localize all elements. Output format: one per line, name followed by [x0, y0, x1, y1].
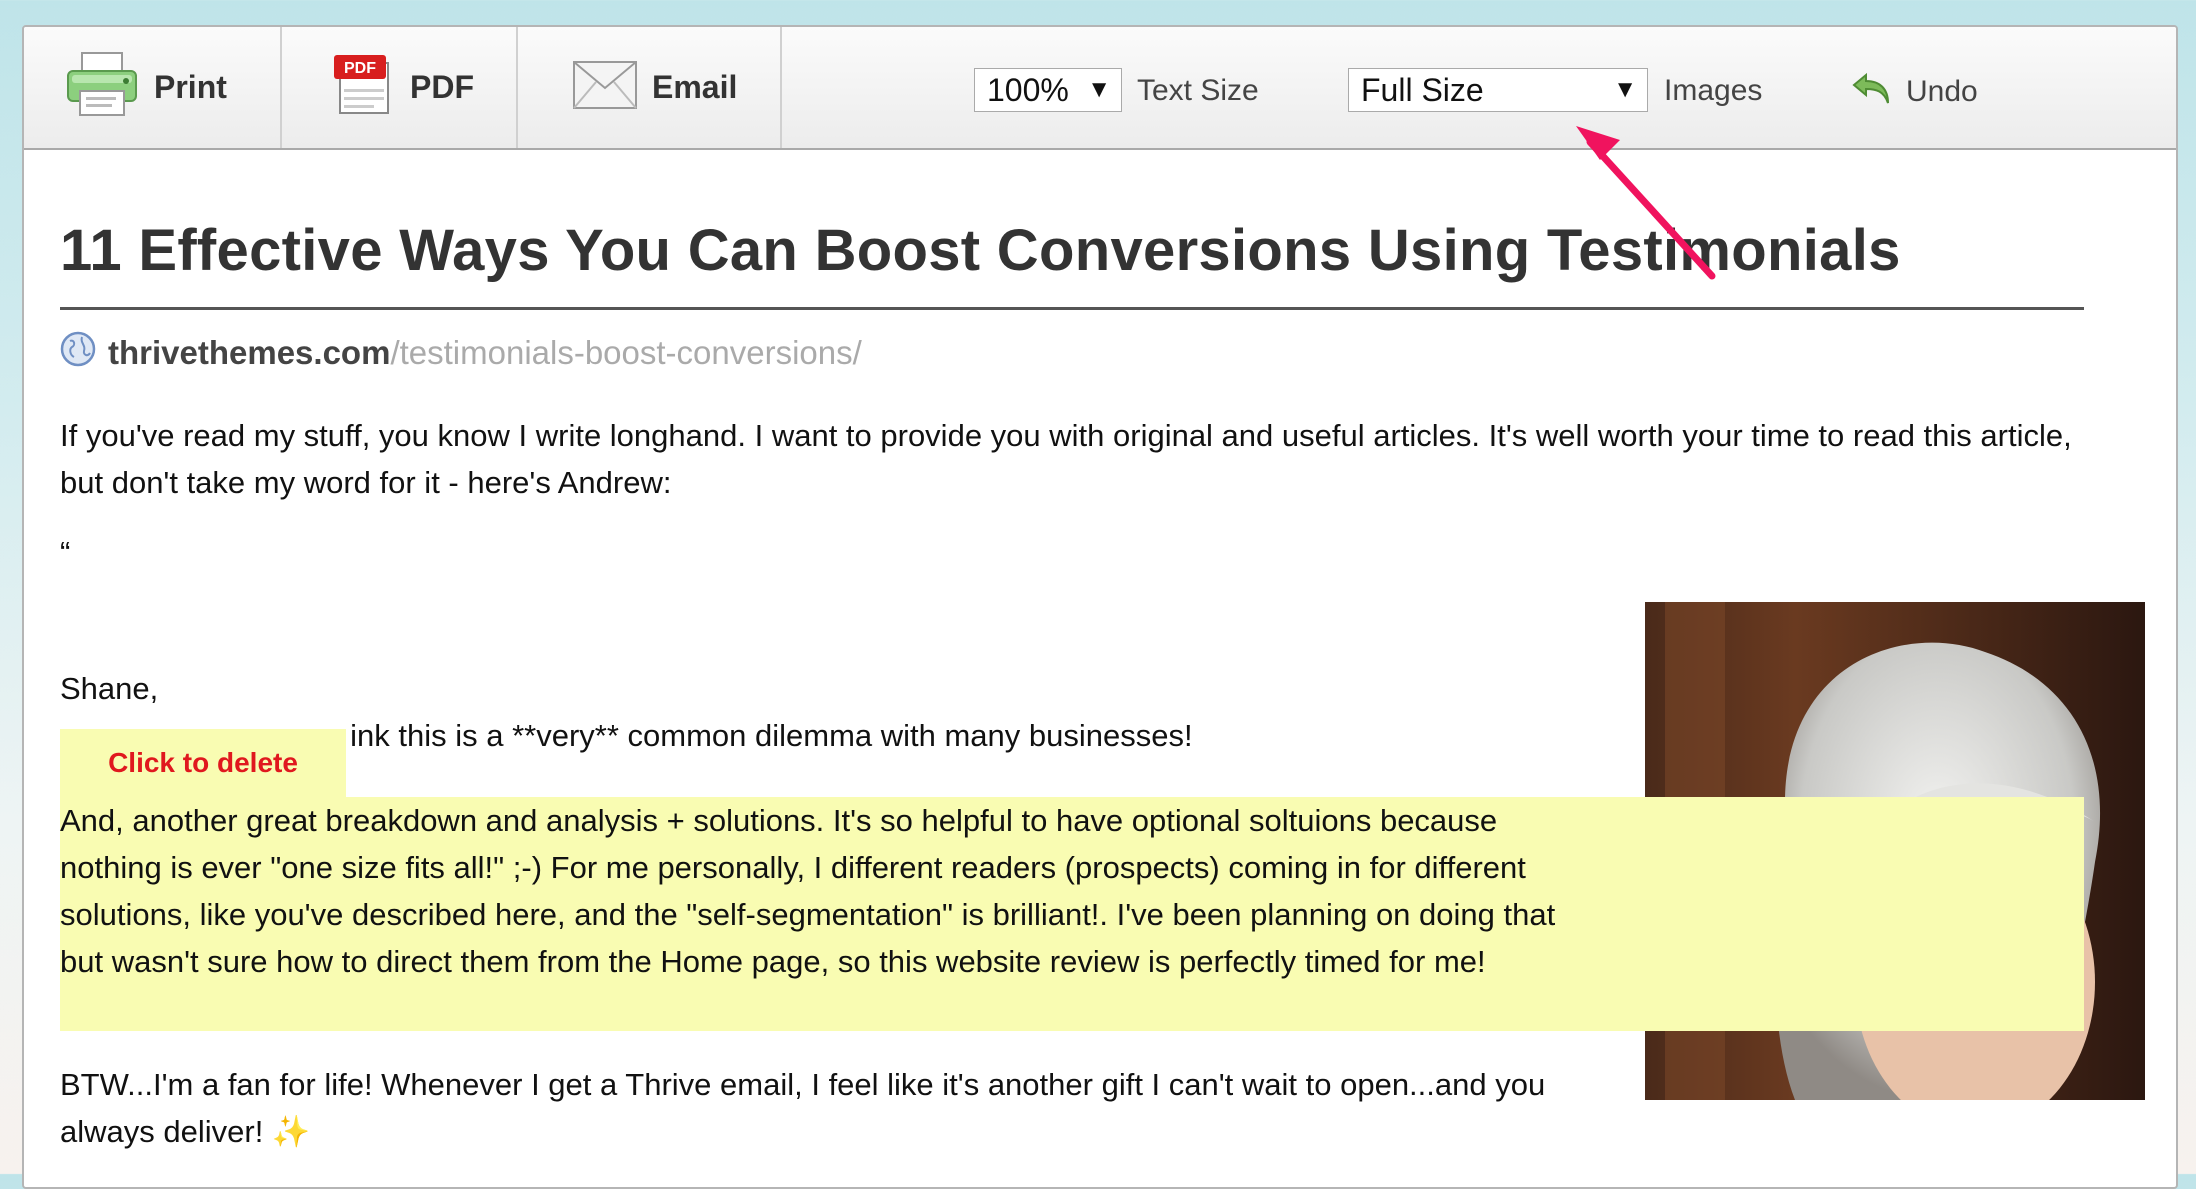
salutation: Shane, [60, 671, 159, 706]
pdf-icon: PDF [332, 53, 396, 122]
highlighted-block[interactable]: And, another great breakdown and analysi… [60, 797, 2084, 1031]
text-size-label: Text Size [1137, 74, 1259, 107]
highlighted-paragraph: And, another great breakdown and analysi… [60, 803, 1556, 979]
source-link: thrivethemes.com/testimonials-boost-conv… [60, 331, 862, 375]
email-label: Email [652, 69, 738, 105]
text-size-select[interactable]: 100% ▼ [974, 68, 1122, 112]
click-to-delete-label: Click to delete [108, 747, 298, 778]
envelope-icon [572, 60, 638, 115]
undo-label: Undo [1906, 74, 1978, 108]
images-label: Images [1664, 74, 1763, 107]
dropdown-arrow-icon: ▼ [1613, 76, 1637, 103]
toolbar: Print PDF PDF Email 100% ▼ Text Size Ful… [24, 27, 2176, 150]
pdf-button[interactable]: PDF PDF [284, 27, 518, 148]
source-path: /testimonials-boost-conversions/ [390, 334, 862, 371]
source-domain: thrivethemes.com [108, 334, 391, 371]
print-label: Print [154, 69, 227, 105]
article-title: 11 Effective Ways You Can Boost Conversi… [60, 218, 1901, 283]
pdf-label: PDF [410, 69, 474, 105]
dropdown-arrow-icon: ▼ [1087, 76, 1111, 103]
pdf-icon-text: PDF [344, 60, 376, 77]
images-select[interactable]: Full Size ▼ [1348, 68, 1648, 112]
print-button[interactable]: Print [24, 27, 282, 148]
undo-button[interactable]: Undo [1850, 69, 1978, 114]
click-to-delete-tag[interactable]: Click to delete [60, 729, 346, 797]
printer-icon [64, 51, 140, 124]
closing-paragraph: BTW...I'm a fan for life! Whenever I get… [60, 1067, 1546, 1149]
email-button[interactable]: Email [520, 27, 782, 148]
title-divider [60, 307, 2084, 310]
globe-icon [60, 331, 96, 375]
undo-icon [1850, 69, 1894, 114]
intro-paragraph: If you've read my stuff, you know I writ… [60, 418, 2072, 500]
quote-mark: “ [60, 535, 71, 570]
text-size-value: 100% [987, 71, 1069, 108]
images-value: Full Size [1361, 71, 1484, 108]
testimonial-line-text: ink this is a **very** common dilemma wi… [350, 718, 1193, 753]
